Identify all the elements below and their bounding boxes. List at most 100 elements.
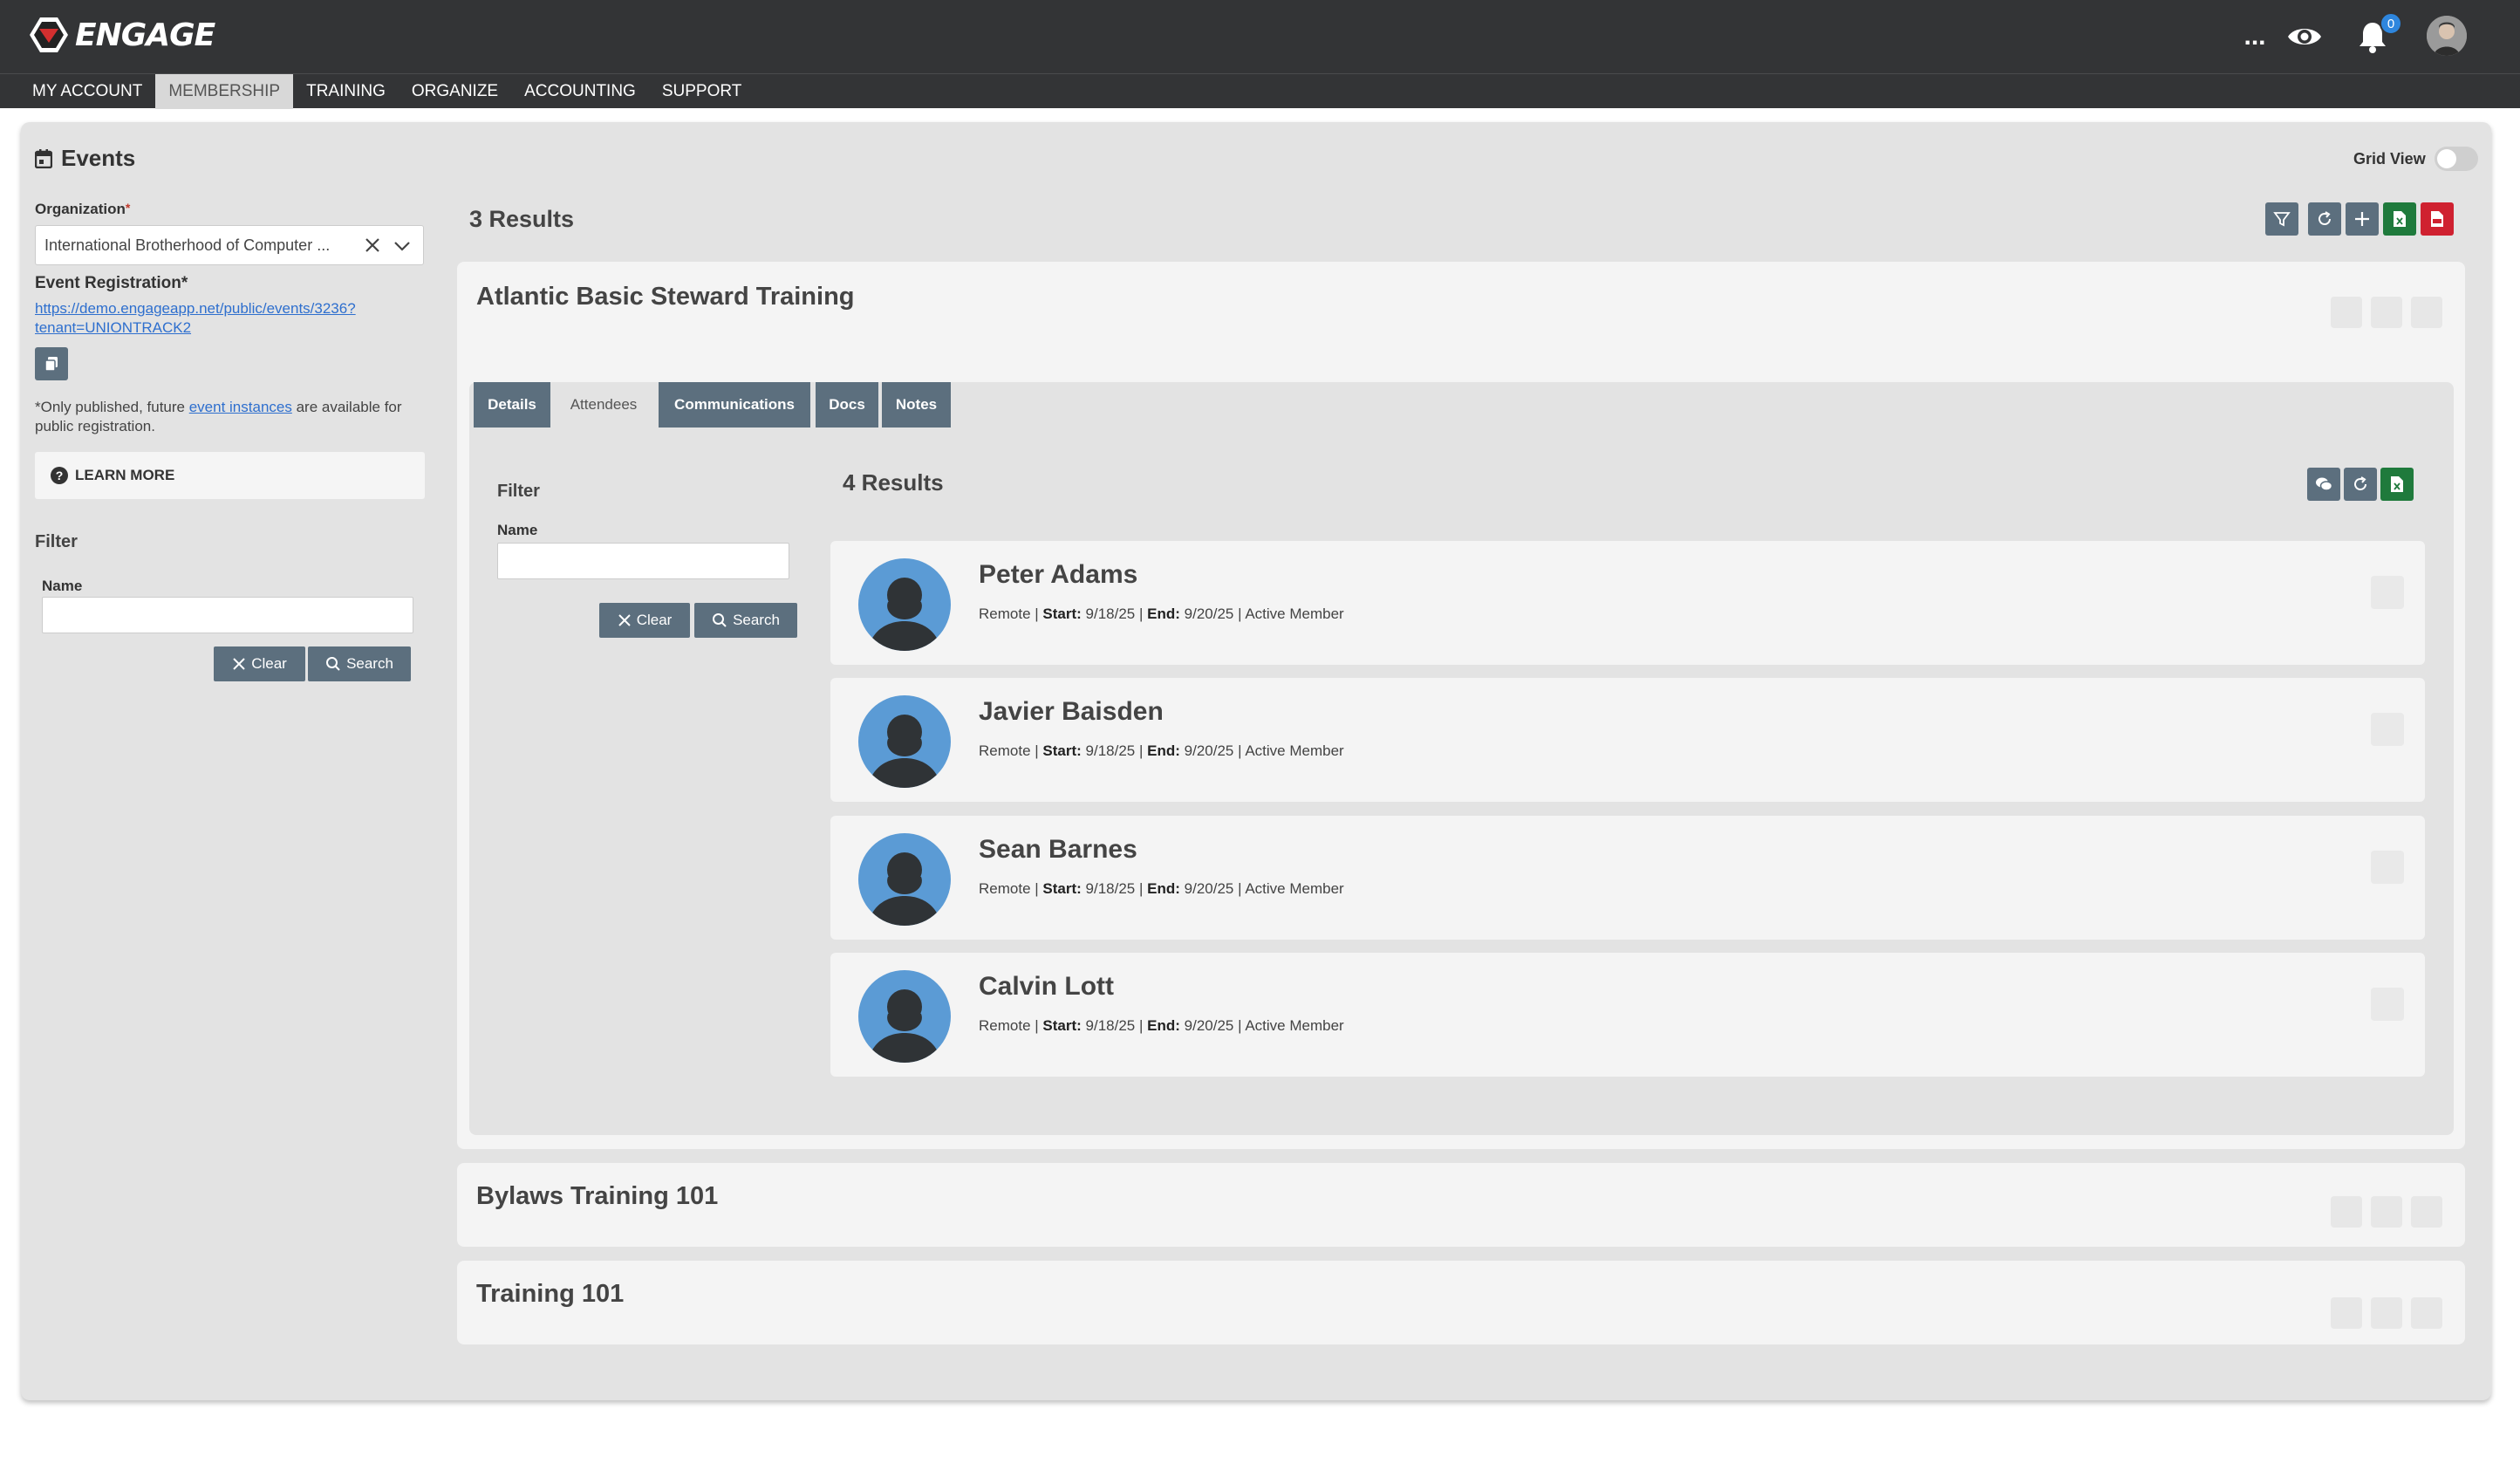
attendee-end: 9/20/25 xyxy=(1184,742,1234,759)
event-actions xyxy=(2331,1196,2442,1228)
settings-icon[interactable] xyxy=(2411,1196,2442,1228)
event-title[interactable]: Bylaws Training 101 xyxy=(476,1182,718,1211)
attendee-profile-icon[interactable] xyxy=(2371,988,2404,1021)
home-icon[interactable] xyxy=(2331,297,2362,328)
brand-name: ENGAGE xyxy=(75,17,215,53)
attendee-search-label: Search xyxy=(733,612,780,628)
registration-link-line2[interactable]: tenant=UNIONTRACK2 xyxy=(35,318,401,338)
user-avatar[interactable] xyxy=(2427,16,2467,56)
sidebar-name-input[interactable] xyxy=(42,597,413,633)
attendee-start: 9/18/25 xyxy=(1085,605,1136,622)
sidebar-name-label: Name xyxy=(42,578,83,594)
attendee-profile-icon[interactable] xyxy=(2371,576,2404,609)
notification-badge: 0 xyxy=(2380,12,2402,35)
nav-accounting[interactable]: ACCOUNTING xyxy=(511,74,649,109)
nav-training[interactable]: TRAINING xyxy=(293,74,399,109)
copy-link-button[interactable] xyxy=(35,347,68,380)
sidebar-search-button[interactable]: Search xyxy=(308,646,411,681)
event-card[interactable]: Bylaws Training 101 xyxy=(457,1163,2465,1247)
home-icon[interactable] xyxy=(2331,1297,2362,1329)
attendee-export-excel-button[interactable] xyxy=(2380,468,2414,501)
tab-details[interactable]: Details xyxy=(474,382,550,428)
engage-logo[interactable]: ENGAGE xyxy=(28,14,215,56)
page-title-text: Events xyxy=(61,145,136,171)
tab-attendees[interactable]: Attendees xyxy=(552,382,655,428)
tab-communications[interactable]: Communications xyxy=(659,382,810,428)
settings-icon[interactable] xyxy=(2411,1297,2442,1329)
attendee-avatar xyxy=(858,833,951,926)
page-title: Events xyxy=(35,145,135,172)
edit-icon[interactable] xyxy=(2371,1297,2402,1329)
attendee-avatar xyxy=(858,558,951,651)
eye-icon[interactable] xyxy=(2285,17,2324,56)
attendee-meta: Remote | Start: 9/18/25 | End: 9/20/25 |… xyxy=(979,1017,1344,1034)
attendee-name-label: Name xyxy=(497,522,538,538)
registration-link[interactable]: https://demo.engageapp.net/public/events… xyxy=(35,299,401,338)
organization-value: International Brotherhood of Computer ..… xyxy=(44,236,331,254)
nav-my-account[interactable]: MY ACCOUNT xyxy=(19,74,155,109)
event-actions xyxy=(2331,297,2442,328)
attendee-end: 9/20/25 xyxy=(1184,1017,1234,1034)
attendee-name[interactable]: Peter Adams xyxy=(979,560,1137,590)
clear-selection-icon[interactable] xyxy=(362,235,383,256)
organization-select[interactable]: International Brotherhood of Computer ..… xyxy=(35,225,424,265)
edit-icon[interactable] xyxy=(2371,297,2402,328)
attendee-name[interactable]: Javier Baisden xyxy=(979,697,1164,727)
attendee-avatar xyxy=(858,695,951,788)
attendee-profile-icon[interactable] xyxy=(2371,851,2404,884)
main-nav: MY ACCOUNT MEMBERSHIP TRAINING ORGANIZE … xyxy=(0,73,2520,109)
chevron-down-icon[interactable] xyxy=(392,236,413,256)
attendee-location: Remote xyxy=(979,605,1031,622)
edit-icon[interactable] xyxy=(2371,1196,2402,1228)
attendee-refresh-button[interactable] xyxy=(2344,468,2377,501)
event-instances-link[interactable]: event instances xyxy=(189,399,292,415)
plus-icon xyxy=(2355,212,2369,226)
settings-icon[interactable] xyxy=(2411,297,2442,328)
tab-notes[interactable]: Notes xyxy=(882,382,951,428)
attendee-card[interactable]: Javier Baisden Remote | Start: 9/18/25 |… xyxy=(830,678,2425,802)
refresh-button[interactable] xyxy=(2308,202,2341,236)
end-label: End: xyxy=(1147,880,1180,897)
attendee-card[interactable]: Sean Barnes Remote | Start: 9/18/25 | En… xyxy=(830,816,2425,940)
event-title[interactable]: Atlantic Basic Steward Training xyxy=(476,283,855,311)
attendee-clear-button[interactable]: Clear xyxy=(599,603,690,638)
organization-label-text: Organization xyxy=(35,201,126,217)
attendee-search-button[interactable]: Search xyxy=(694,603,797,638)
nav-membership[interactable]: MEMBERSHIP xyxy=(155,74,294,109)
start-label: Start: xyxy=(1042,1017,1082,1034)
engage-logo-icon xyxy=(30,17,68,52)
sidebar-clear-button[interactable]: Clear xyxy=(214,646,305,681)
attendee-status: Active Member xyxy=(1245,1017,1344,1034)
home-icon[interactable] xyxy=(2331,1196,2362,1228)
chat-icon xyxy=(2316,477,2333,491)
attendee-name[interactable]: Calvin Lott xyxy=(979,972,1114,1002)
attendee-clear-label: Clear xyxy=(636,612,673,628)
export-excel-button[interactable] xyxy=(2383,202,2416,236)
event-card[interactable]: Training 101 xyxy=(457,1261,2465,1344)
end-label: End: xyxy=(1147,742,1180,759)
attendee-name-input[interactable] xyxy=(497,543,789,579)
nav-organize[interactable]: ORGANIZE xyxy=(399,74,511,109)
grid-view-toggle[interactable] xyxy=(2434,147,2478,171)
tab-docs[interactable]: Docs xyxy=(816,382,878,428)
attendee-card[interactable]: Peter Adams Remote | Start: 9/18/25 | En… xyxy=(830,541,2425,665)
close-icon xyxy=(618,614,631,626)
more-menu-icon[interactable]: ... xyxy=(2242,5,2268,68)
attendee-filter-title: Filter xyxy=(497,482,540,501)
attendee-start: 9/18/25 xyxy=(1085,880,1136,897)
event-title[interactable]: Training 101 xyxy=(476,1280,624,1309)
filter-button[interactable] xyxy=(2265,202,2298,236)
attendee-profile-icon[interactable] xyxy=(2371,713,2404,746)
message-attendees-button[interactable] xyxy=(2307,468,2340,501)
pdf-file-icon xyxy=(2431,211,2443,227)
nav-support[interactable]: SUPPORT xyxy=(649,74,755,109)
add-event-button[interactable] xyxy=(2346,202,2379,236)
refresh-icon xyxy=(2319,211,2331,225)
attendee-status: Active Member xyxy=(1245,605,1344,622)
required-marker: * xyxy=(125,201,131,215)
attendee-name[interactable]: Sean Barnes xyxy=(979,835,1137,865)
attendee-card[interactable]: Calvin Lott Remote | Start: 9/18/25 | En… xyxy=(830,953,2425,1077)
registration-link-line1[interactable]: https://demo.engageapp.net/public/events… xyxy=(35,299,401,318)
export-pdf-button[interactable] xyxy=(2421,202,2454,236)
learn-more-button[interactable]: ? LEARN MORE xyxy=(35,452,425,499)
